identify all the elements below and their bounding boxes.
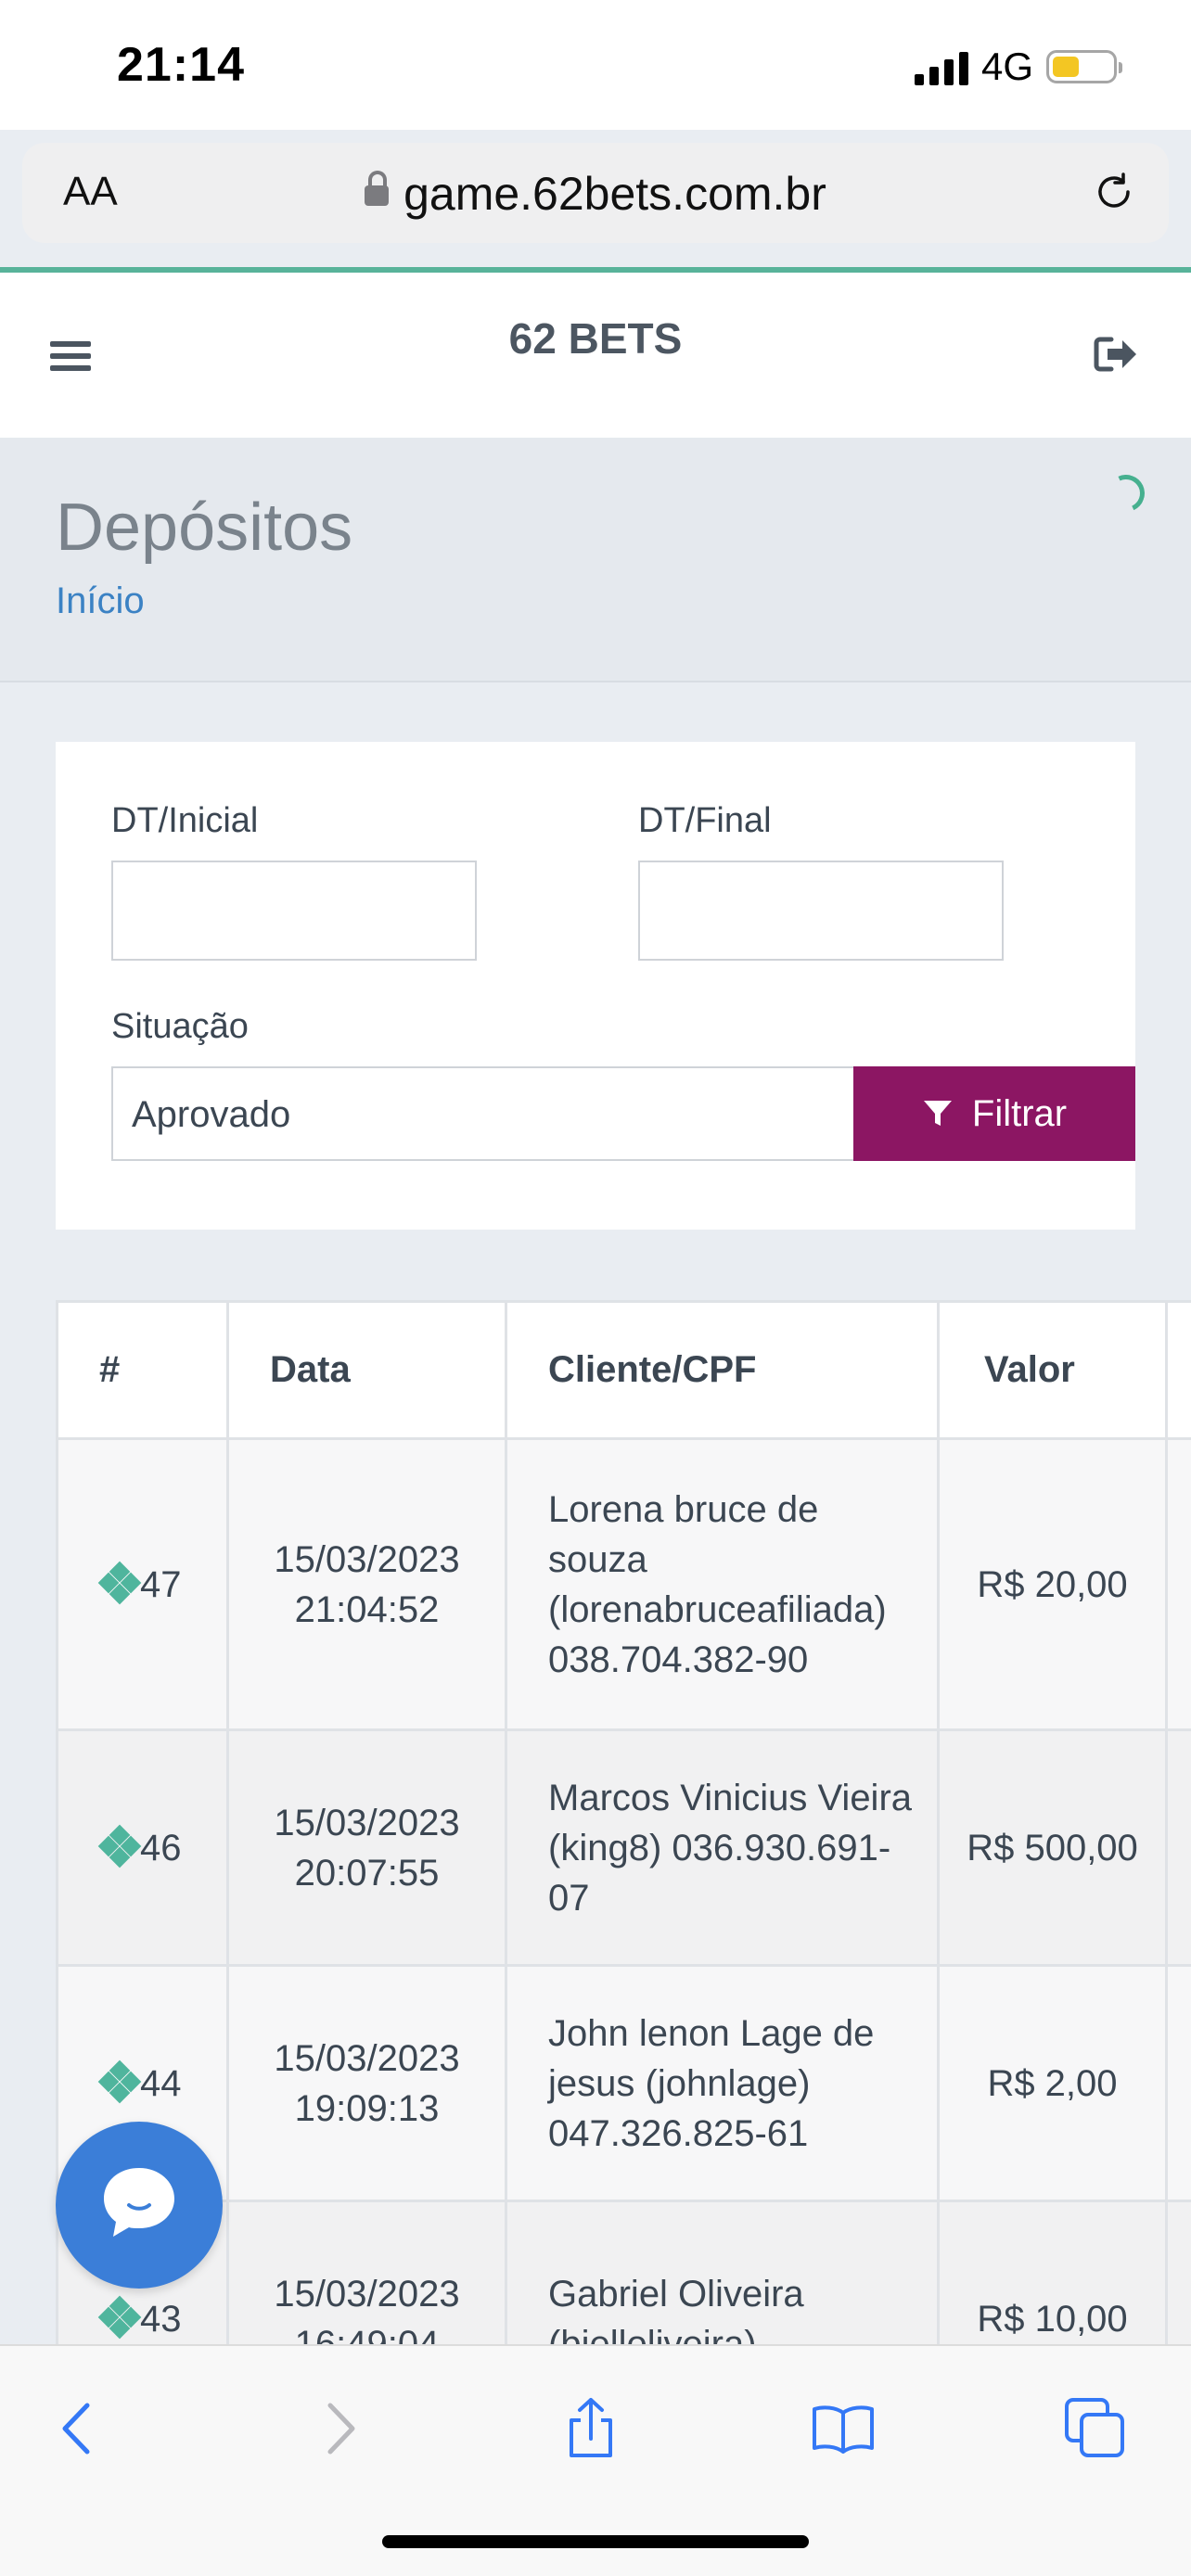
- bookmarks-icon[interactable]: [811, 2396, 876, 2461]
- table-row[interactable]: 44 15/03/2023 19:09:13 John lenon Lage de…: [56, 1964, 1191, 2202]
- col-header-client: Cliente/CPF: [505, 1300, 940, 1440]
- col-header-date: Data: [226, 1300, 507, 1440]
- cell-overflow: [1165, 1437, 1191, 1731]
- reload-icon[interactable]: [1093, 171, 1135, 213]
- cell-date: 15/03/2023 20:07:55: [226, 1728, 507, 1967]
- breadcrumb-home[interactable]: Início: [56, 580, 145, 622]
- row-date: 15/03/2023: [274, 2037, 460, 2079]
- status-bar: 21:14 4G: [0, 0, 1191, 130]
- url-text: game.62bets.com.br: [403, 168, 826, 220]
- back-icon[interactable]: [46, 2396, 111, 2461]
- cell-client: Marcos Vinicius Vieira (king8) 036.930.6…: [505, 1728, 940, 1967]
- deposits-table-container[interactable]: # Data Cliente/CPF Valor 47 15/03/2023 21…: [56, 1300, 1191, 2344]
- end-date-label: DT/Final: [638, 801, 772, 840]
- row-date: 15/03/2023: [274, 2273, 460, 2315]
- row-id: 46: [140, 1827, 182, 1868]
- battery-icon: [1046, 50, 1122, 83]
- cell-id: 46: [56, 1728, 229, 1967]
- row-id: 44: [140, 2062, 182, 2104]
- row-date: 15/03/2023: [274, 1538, 460, 1580]
- logout-icon[interactable]: [1093, 334, 1139, 375]
- filter-card: DT/Inicial DT/Final Situação Aprovado Fi…: [56, 742, 1135, 1230]
- cell-value: R$ 10,00: [937, 2200, 1168, 2344]
- tabs-icon[interactable]: [1063, 2396, 1128, 2461]
- gem-icon: [97, 2295, 142, 2340]
- app-header: 62 BETS: [0, 273, 1191, 438]
- forward-icon[interactable]: [306, 2396, 371, 2461]
- loading-spinner-icon: [1102, 469, 1150, 517]
- row-time: 20:07:55: [294, 1852, 440, 1894]
- filter-button-label: Filtrar: [971, 1092, 1068, 1134]
- gem-icon: [97, 1824, 142, 1868]
- row-date: 15/03/2023: [274, 1802, 460, 1843]
- table-header-row: # Data Cliente/CPF Valor: [56, 1300, 1191, 1440]
- row-time: 19:09:13: [294, 2087, 440, 2129]
- table-row[interactable]: 47 15/03/2023 21:04:52 Lorena bruce de so…: [56, 1437, 1191, 1731]
- url-display[interactable]: game.62bets.com.br: [22, 167, 1169, 221]
- table-row[interactable]: 46 15/03/2023 20:07:55 Marcos Vinicius Vi…: [56, 1728, 1191, 1967]
- cell-client: Gabriel Oliveira (bielloliveira): [505, 2200, 940, 2344]
- status-label: Situação: [111, 1007, 249, 1046]
- row-time: 21:04:52: [294, 1588, 440, 1630]
- page-header: Depósitos Início: [0, 438, 1191, 682]
- share-icon[interactable]: [558, 2396, 623, 2461]
- cell-overflow: [1165, 1964, 1191, 2202]
- col-header-value: Valor: [937, 1300, 1168, 1440]
- table-row[interactable]: 43 15/03/2023 16:49:04 Gabriel Oliveira (…: [56, 2200, 1191, 2345]
- cell-date: 15/03/2023 16:49:04: [226, 2200, 507, 2345]
- address-bar[interactable]: AA game.62bets.com.br: [22, 143, 1169, 243]
- status-time: 21:14: [117, 38, 245, 92]
- start-date-label: DT/Inicial: [111, 801, 259, 840]
- cell-date: 15/03/2023 21:04:52: [226, 1437, 507, 1731]
- cell-id: 47: [56, 1437, 229, 1731]
- row-id: 47: [140, 1563, 182, 1605]
- cell-overflow: [1165, 1728, 1191, 1967]
- filter-icon: [923, 1101, 952, 1126]
- chat-button[interactable]: [56, 2122, 223, 2289]
- chat-icon: [104, 2168, 174, 2237]
- row-id: 43: [140, 2298, 182, 2340]
- gem-icon: [97, 1561, 142, 1605]
- lock-icon: [365, 170, 390, 206]
- cell-client: John lenon Lage de jesus (johnlage) 047.…: [505, 1964, 940, 2202]
- row-time: 16:49:04: [294, 2323, 440, 2345]
- cell-value: R$ 20,00: [937, 1437, 1168, 1731]
- cell-date: 15/03/2023 19:09:13: [226, 1964, 507, 2202]
- page-title: Depósitos: [56, 491, 353, 565]
- deposits-table: # Data Cliente/CPF Valor 47 15/03/2023 21…: [56, 1300, 1191, 2344]
- cell-value: R$ 2,00: [937, 1964, 1168, 2202]
- network-type: 4G: [980, 45, 1033, 88]
- home-indicator: [382, 2535, 809, 2548]
- start-date-input[interactable]: [111, 861, 477, 961]
- filter-button[interactable]: Filtrar: [853, 1066, 1135, 1161]
- cell-client: Lorena bruce de souza (lorenabruceafilia…: [505, 1437, 940, 1731]
- col-header-id: #: [56, 1300, 229, 1440]
- signal-icon: [914, 48, 968, 85]
- cell-overflow: [1165, 2200, 1191, 2344]
- status-select[interactable]: Aprovado: [111, 1066, 911, 1161]
- col-header-overflow: [1165, 1300, 1191, 1440]
- gem-icon: [97, 2060, 142, 2104]
- brand-title: 62 BETS: [508, 314, 683, 363]
- status-select-value: Aprovado: [132, 1094, 291, 1135]
- end-date-input[interactable]: [638, 861, 1004, 961]
- cell-value: R$ 500,00: [937, 1728, 1168, 1967]
- status-indicators: 4G: [914, 45, 1122, 89]
